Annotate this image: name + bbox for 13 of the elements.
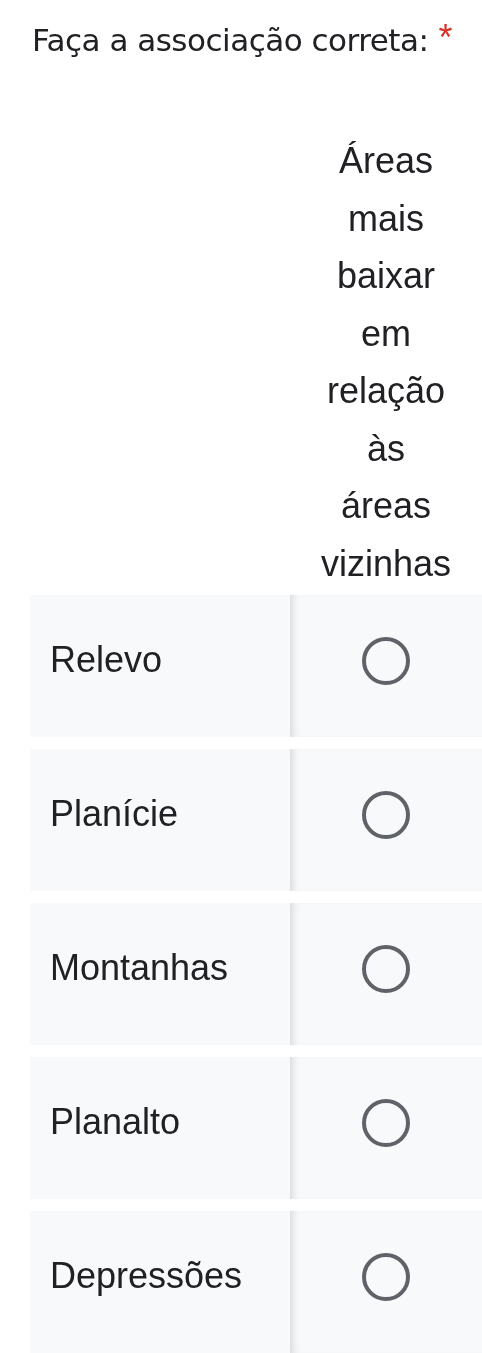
radio-button[interactable] <box>362 791 410 839</box>
question-title: Faça a associação correta: <box>32 21 429 60</box>
required-asterisk: * <box>438 18 453 58</box>
radio-button[interactable] <box>362 1099 410 1147</box>
row-label: Depressões <box>50 1255 243 1297</box>
radio-button[interactable] <box>362 945 410 993</box>
row-label: Relevo <box>50 639 163 681</box>
column-header: Áreas mais baixar em relação às áreas vizinhas <box>319 139 453 586</box>
row-label: Planície <box>50 793 179 835</box>
radio-button[interactable] <box>362 637 410 685</box>
radio-button[interactable] <box>362 1253 410 1301</box>
row-label: Planalto <box>50 1101 181 1143</box>
row-label: Montanhas <box>50 947 229 989</box>
